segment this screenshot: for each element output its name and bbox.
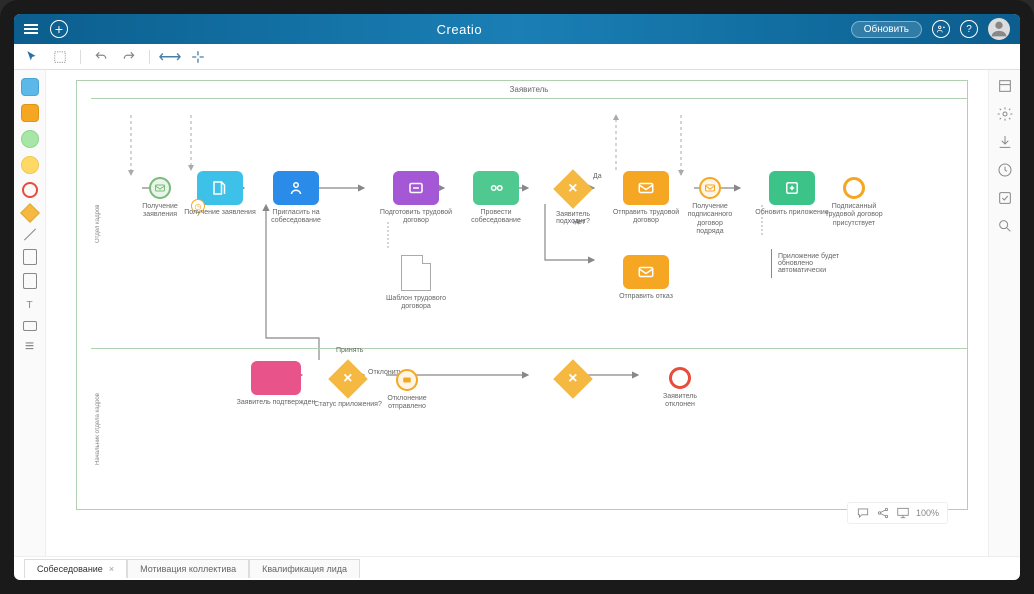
lane-hr[interactable]: Отдел кадров Получение заявления ◷ Получ… — [91, 99, 967, 349]
start-event[interactable]: Получение заявления — [149, 177, 171, 199]
palette-text-icon[interactable]: T — [22, 297, 38, 313]
end-event-signed[interactable]: Подписанный трудовой договор присутствуе… — [843, 177, 865, 199]
presentation-icon[interactable] — [896, 506, 910, 520]
feedback-icon[interactable] — [856, 506, 870, 520]
align-icon[interactable]: ⟷ — [162, 49, 178, 65]
tab-motivation[interactable]: Мотивация коллектива — [127, 559, 249, 578]
gateway-app-status[interactable]: × Статус приложения? Принять Отклонить — [334, 365, 362, 393]
task-conduct-interview[interactable]: Провести собеседование — [473, 171, 519, 205]
lane-hr-manager-label: Начальник отдела кадров — [91, 349, 105, 509]
right-panel — [988, 70, 1020, 556]
tab-qualification[interactable]: Квалификация лида — [249, 559, 360, 578]
share-icon[interactable] — [876, 506, 890, 520]
laptop-frame: + Creatio Обновить ? ⟷ ⊹ T ≡ — [0, 0, 1034, 594]
search-icon[interactable] — [997, 218, 1013, 234]
palette-task2-icon[interactable] — [21, 104, 39, 122]
gateway-merge[interactable]: × — [559, 365, 587, 393]
task-prepare-contract[interactable]: Подготовить трудовой договор — [393, 171, 439, 205]
lane-hr-manager[interactable]: Начальник отдела кадров Заявитель подтве… — [91, 349, 967, 509]
distribute-icon[interactable]: ⊹ — [190, 49, 206, 65]
task-send-rejection[interactable]: Отправить отказ — [623, 255, 669, 289]
task-receive-application[interactable]: ◷ Получение заявления — [197, 171, 243, 205]
task-invite-interview[interactable]: Пригласить на собеседование — [273, 171, 319, 205]
palette-end-event-icon[interactable] — [22, 182, 38, 198]
settings-icon[interactable] — [997, 106, 1013, 122]
palette-artifact-icon[interactable] — [23, 273, 37, 289]
top-bar: + Creatio Обновить ? — [14, 14, 1020, 44]
zoom-level[interactable]: 100% — [916, 508, 939, 518]
zoom-controls: 100% — [847, 502, 948, 524]
undo-icon[interactable] — [93, 49, 109, 65]
palette-task-icon[interactable] — [21, 78, 39, 96]
menu-icon[interactable] — [24, 24, 38, 34]
subprocess-applicant-confirmed[interactable]: Заявитель подтвержден — [251, 361, 301, 395]
add-button[interactable]: + — [50, 20, 68, 38]
export-icon[interactable] — [997, 134, 1013, 150]
pool[interactable]: Заявитель Отдел кадров Получение заявлен… — [76, 80, 968, 510]
history-icon[interactable] — [997, 162, 1013, 178]
doc-template[interactable]: Шаблон трудового договора — [401, 255, 431, 291]
process-canvas[interactable]: Заявитель Отдел кадров Получение заявлен… — [46, 70, 988, 556]
tabs: Собеседование× Мотивация коллектива Квал… — [24, 559, 360, 578]
tab-interview[interactable]: Собеседование× — [24, 559, 127, 578]
bottom-tabs-bar: Собеседование× Мотивация коллектива Квал… — [14, 556, 1020, 580]
palette-connector-icon[interactable] — [23, 228, 35, 240]
properties-icon[interactable] — [997, 78, 1013, 94]
lane-hr-label: Отдел кадров — [91, 99, 105, 348]
close-icon[interactable]: × — [109, 564, 114, 574]
help-icon[interactable]: ? — [960, 20, 978, 38]
brand-logo: Creatio — [437, 22, 482, 37]
pool-title: Заявитель — [91, 81, 967, 99]
task-update-app[interactable]: Обновить приложение — [769, 171, 815, 205]
pointer-tool-icon[interactable] — [24, 49, 40, 65]
shape-palette: T ≡ — [14, 70, 46, 556]
intermediate-receive-signed[interactable]: Получение подписанного договор подряда — [699, 177, 721, 199]
annotation-auto-update: Приложение будет обновлено автоматически — [771, 249, 851, 278]
palette-pool-icon[interactable] — [23, 321, 37, 331]
update-button[interactable]: Обновить — [851, 21, 922, 38]
redo-icon[interactable] — [121, 49, 137, 65]
add-user-icon[interactable] — [932, 20, 950, 38]
app-screen: + Creatio Обновить ? ⟷ ⊹ T ≡ — [14, 14, 1020, 580]
palette-start-event-icon[interactable] — [21, 130, 39, 148]
palette-data-icon[interactable] — [23, 249, 37, 265]
gateway-applicant-fits[interactable]: × Заявитель подходит? Да Нет — [559, 175, 587, 203]
validate-icon[interactable] — [997, 190, 1013, 206]
end-event-rejected[interactable]: Заявитель отклонен — [669, 367, 691, 389]
intermediate-rejection-sent[interactable]: Отклонение отправлено — [396, 369, 418, 391]
main-area: T ≡ Заявитель Отдел кадров Получение зая… — [14, 70, 1020, 556]
selection-tool-icon[interactable] — [52, 49, 68, 65]
task-send-contract[interactable]: Отправить трудовой договор — [623, 171, 669, 205]
palette-gateway-icon[interactable] — [20, 203, 40, 223]
toolbar: ⟷ ⊹ — [14, 44, 1020, 70]
palette-intermediate-event-icon[interactable] — [21, 156, 39, 174]
user-avatar[interactable] — [988, 18, 1010, 40]
palette-lane-icon[interactable]: ≡ — [22, 339, 38, 355]
